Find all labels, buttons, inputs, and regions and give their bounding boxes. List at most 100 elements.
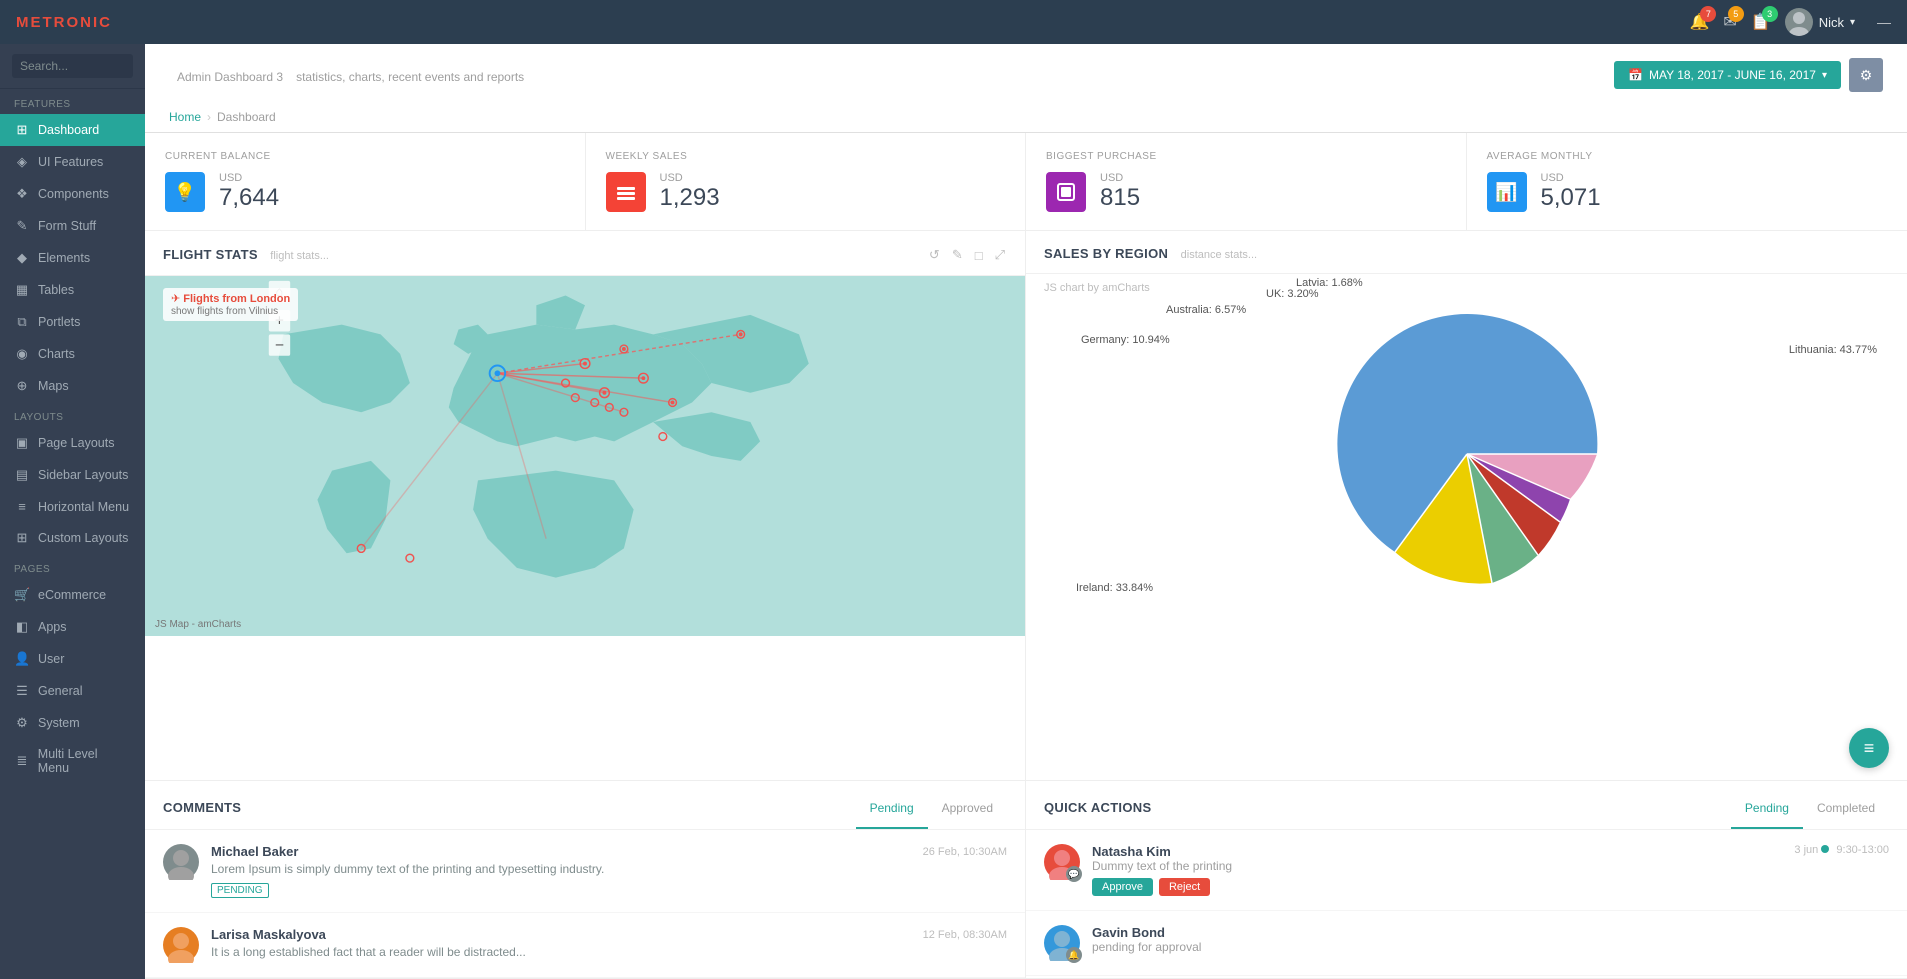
stat-label: CURRENT BALANCE bbox=[165, 151, 565, 162]
pie-label-latvia: Latvia: 1.68% bbox=[1296, 277, 1363, 289]
breadcrumb: Home › Dashboard bbox=[169, 102, 1883, 132]
sidebar-item-page-layouts[interactable]: ▣ Page Layouts bbox=[0, 427, 145, 459]
sidebar-item-general[interactable]: ☰ General bbox=[0, 675, 145, 707]
quick-actions-panel: QUICK ACTIONS Pending Completed 💬 bbox=[1026, 781, 1907, 979]
notification-badge-1: 7 bbox=[1700, 6, 1716, 22]
chart-delete-btn[interactable]: □ bbox=[973, 246, 985, 265]
sidebar-item-label: Portlets bbox=[38, 315, 80, 329]
stat-biggest-purchase: BIGGEST PURCHASE USD 815 bbox=[1026, 133, 1467, 230]
tab-completed-actions[interactable]: Completed bbox=[1803, 795, 1889, 829]
sidebar-item-ui-features[interactable]: ◈ UI Features bbox=[0, 146, 145, 178]
date-range-button[interactable]: 📅 MAY 18, 2017 - JUNE 16, 2017 ▾ bbox=[1614, 61, 1841, 89]
chart-body-sales: JS chart by amCharts Germany: 10.94% Aus… bbox=[1026, 274, 1907, 780]
search-input[interactable] bbox=[12, 54, 133, 78]
comment-date-2: 12 Feb, 08:30AM bbox=[923, 929, 1007, 941]
sidebar-item-label: Charts bbox=[38, 347, 75, 361]
sidebar-item-elements[interactable]: ◆ Elements bbox=[0, 242, 145, 274]
chart-title-group-sales: SALES BY REGION distance stats... bbox=[1044, 245, 1257, 263]
tab-pending-actions[interactable]: Pending bbox=[1731, 795, 1803, 829]
chart-expand-btn[interactable]: ⤢ bbox=[993, 245, 1007, 265]
notification-bell-1[interactable]: 🔔 7 bbox=[1689, 12, 1709, 32]
stat-label: BIGGEST PURCHASE bbox=[1046, 151, 1446, 162]
calendar-icon: 📅 bbox=[1628, 68, 1643, 82]
approve-button-1[interactable]: Approve bbox=[1092, 878, 1153, 896]
comment-avatar-2 bbox=[163, 927, 199, 963]
sidebar-item-custom-layouts[interactable]: ⊞ Custom Layouts bbox=[0, 522, 145, 554]
tab-approved-comments[interactable]: Approved bbox=[928, 795, 1007, 829]
stat-values: USD 1,293 bbox=[660, 172, 720, 212]
comments-tabs: Pending Approved bbox=[856, 795, 1007, 829]
fab-menu-button[interactable]: ≡ bbox=[1849, 728, 1889, 768]
sidebar-minimize-btn[interactable]: — bbox=[1877, 14, 1891, 30]
page-title-row: Admin Dashboard 3 statistics, charts, re… bbox=[169, 58, 1883, 102]
page-layouts-icon: ▣ bbox=[14, 435, 30, 451]
chart-refresh-btn[interactable]: ↺ bbox=[927, 245, 942, 265]
quick-actions-title: QUICK ACTIONS bbox=[1044, 800, 1151, 825]
pie-label-lithuania: Lithuania: 43.77% bbox=[1789, 344, 1877, 356]
quick-actions-tabs: Pending Completed bbox=[1731, 795, 1889, 829]
page-title-group: Admin Dashboard 3 statistics, charts, re… bbox=[169, 65, 524, 86]
notification-bell-3[interactable]: 📋 3 bbox=[1751, 12, 1771, 32]
stat-body: USD 815 bbox=[1046, 172, 1446, 212]
user-menu[interactable]: Nick ▾ bbox=[1785, 8, 1855, 36]
sidebar-item-portlets[interactable]: ⧉ Portlets bbox=[0, 306, 145, 338]
action-list: 💬 Natasha Kim 3 jun 9:30-13:00 bbox=[1026, 830, 1907, 976]
portlets-icon: ⧉ bbox=[14, 314, 30, 330]
notification-badge-2: 5 bbox=[1728, 6, 1744, 22]
reject-button-1[interactable]: Reject bbox=[1159, 878, 1210, 896]
apps-icon: ◧ bbox=[14, 619, 30, 635]
sidebar-item-components[interactable]: ❖ Components bbox=[0, 178, 145, 210]
sidebar-item-label: Maps bbox=[38, 379, 69, 393]
stat-icon-sales bbox=[606, 172, 646, 212]
action-body-1: Natasha Kim 3 jun 9:30-13:00 Dummy text … bbox=[1092, 844, 1889, 896]
sidebar-item-label: Page Layouts bbox=[38, 436, 114, 450]
sidebar-item-apps[interactable]: ◧ Apps bbox=[0, 611, 145, 643]
stat-average-monthly: AVERAGE MONTHLY 📊 USD 5,071 bbox=[1467, 133, 1907, 230]
action-buttons-1: Approve Reject bbox=[1092, 878, 1889, 896]
elements-icon: ◆ bbox=[14, 250, 30, 266]
components-icon: ❖ bbox=[14, 186, 30, 202]
sidebar-item-system[interactable]: ⚙ System bbox=[0, 707, 145, 739]
breadcrumb-home[interactable]: Home bbox=[169, 110, 201, 124]
sidebar-item-form-stuff[interactable]: ✎ Form Stuff bbox=[0, 210, 145, 242]
stat-body: USD 1,293 bbox=[606, 172, 1006, 212]
pie-label-ireland: Ireland: 33.84% bbox=[1076, 582, 1153, 594]
sidebar-item-sidebar-layouts[interactable]: ▤ Sidebar Layouts bbox=[0, 459, 145, 491]
sidebar-item-tables[interactable]: ▦ Tables bbox=[0, 274, 145, 306]
sidebar-item-horizontal-menu[interactable]: ≡ Horizontal Menu bbox=[0, 491, 145, 522]
sidebar-item-user[interactable]: 👤 User bbox=[0, 643, 145, 675]
comment-name-1: Michael Baker bbox=[211, 844, 298, 859]
comment-body-2: Larisa Maskalyova 12 Feb, 08:30AM It is … bbox=[211, 927, 1007, 963]
comment-text-2: It is a long established fact that a rea… bbox=[211, 945, 1007, 959]
chart-edit-btn[interactable]: ✎ bbox=[950, 245, 965, 265]
map-credit: JS Map - amCharts bbox=[155, 619, 241, 630]
sales-region-subtitle: distance stats... bbox=[1181, 249, 1257, 261]
quick-actions-header: QUICK ACTIONS Pending Completed bbox=[1026, 781, 1907, 830]
stat-icon-balance: 💡 bbox=[165, 172, 205, 212]
pie-chart-credit: JS chart by amCharts bbox=[1044, 282, 1150, 294]
tab-pending-comments[interactable]: Pending bbox=[856, 795, 928, 829]
sidebar-item-dashboard[interactable]: ⊞ Dashboard bbox=[0, 114, 145, 146]
action-name-2: Gavin Bond bbox=[1092, 925, 1165, 940]
flight-map-svg: ⌂ + − bbox=[145, 276, 1025, 636]
topnav-icons: 🔔 7 ✉ 5 📋 3 Nick ▾ — bbox=[1689, 8, 1891, 36]
sidebar-item-multi-level-menu[interactable]: ≣ Multi Level Menu bbox=[0, 739, 145, 783]
user-avatar bbox=[1785, 8, 1813, 36]
chart-actions-flight: ↺ ✎ □ ⤢ bbox=[927, 245, 1007, 265]
comment-item: Michael Baker 26 Feb, 10:30AM Lorem Ipsu… bbox=[145, 830, 1025, 913]
chart-title-group: FLIGHT STATS flight stats... bbox=[163, 246, 329, 264]
sidebar-item-maps[interactable]: ⊕ Maps bbox=[0, 370, 145, 402]
sidebar-item-charts[interactable]: ◉ Charts bbox=[0, 338, 145, 370]
action-item-2: 🔔 Gavin Bond pending for approval bbox=[1026, 911, 1907, 976]
sidebar-item-label: Dashboard bbox=[38, 123, 99, 137]
notification-bell-2[interactable]: ✉ 5 bbox=[1723, 12, 1736, 32]
action-meta-2: Gavin Bond bbox=[1092, 925, 1889, 940]
sidebar-item-ecommerce[interactable]: 🛒 eCommerce bbox=[0, 579, 145, 611]
pie-container: JS chart by amCharts Germany: 10.94% Aus… bbox=[1026, 274, 1907, 634]
action-icon-overlay-2: 🔔 bbox=[1066, 947, 1082, 963]
sidebar-item-label: Elements bbox=[38, 251, 90, 265]
sidebar-layouts-icon: ▤ bbox=[14, 467, 30, 483]
page-settings-button[interactable]: ⚙ bbox=[1849, 58, 1883, 92]
fab-icon: ≡ bbox=[1864, 738, 1875, 759]
charts-row: FLIGHT STATS flight stats... ↺ ✎ □ ⤢ bbox=[145, 231, 1907, 781]
